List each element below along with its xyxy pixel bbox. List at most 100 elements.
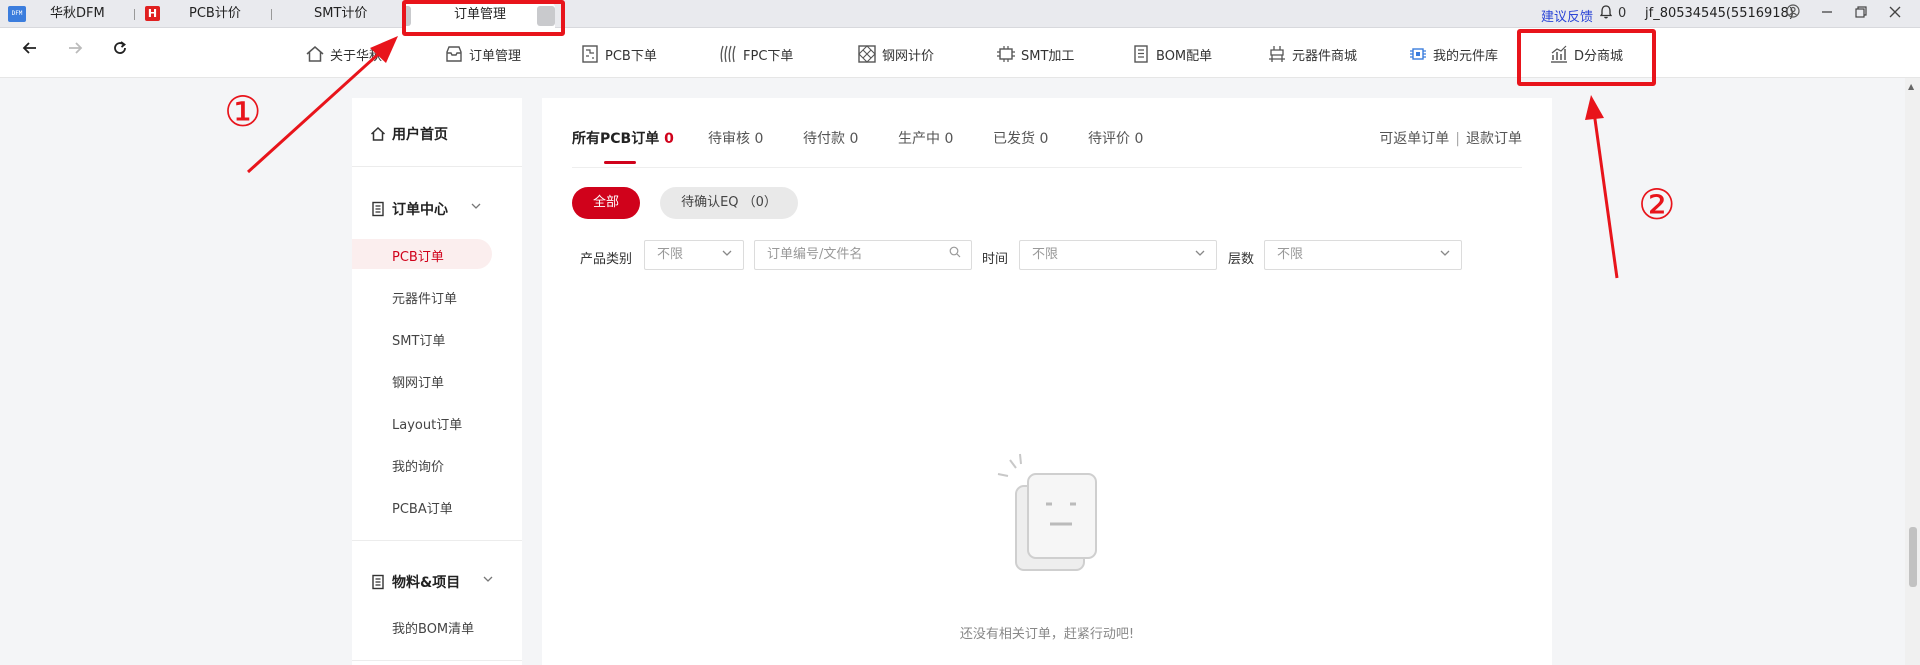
tab-pending-payment[interactable]: 待付款 0: [803, 128, 858, 148]
link-separator: |: [1455, 131, 1460, 147]
app-logo: DFM: [8, 6, 26, 22]
chevron-down-icon[interactable]: [470, 200, 482, 214]
sidebar-item-layout-orders[interactable]: Layout订单: [392, 414, 462, 433]
minimize-icon[interactable]: [1816, 3, 1838, 25]
sidebar-section-materials[interactable]: 物料&项目: [370, 572, 460, 592]
sidebar-item-stencil-orders[interactable]: 钢网订单: [392, 372, 444, 391]
nav-stencil-pricing[interactable]: 钢网计价: [857, 42, 934, 66]
nav-pcb-order[interactable]: PCB下单: [580, 42, 657, 66]
tab-count: 0: [664, 131, 674, 147]
sidebar-order-center-label: 订单中心: [392, 202, 448, 218]
search-icon[interactable]: [949, 241, 961, 269]
pcb-icon: [580, 44, 600, 64]
nav-label: 关于华秋: [330, 48, 383, 64]
chevron-down-icon: [1194, 241, 1206, 269]
nav-fpc-order[interactable]: FPC下单: [718, 42, 793, 66]
annotation-arrow-2: [1592, 111, 1619, 279]
tab-pending-review[interactable]: 待审核 0: [708, 128, 763, 148]
chevron-down-icon: [721, 241, 733, 269]
nav-label: 钢网计价: [882, 48, 935, 64]
library-icon: [1408, 44, 1428, 64]
tab-pcb-pricing[interactable]: PCB计价: [189, 0, 241, 28]
tab-separator: [134, 9, 135, 20]
tab-smt-pricing[interactable]: SMT计价: [314, 0, 367, 28]
tab-count: 0: [849, 131, 859, 147]
filter-all-button[interactable]: 全部: [572, 187, 640, 219]
arrow-left-icon[interactable]: [18, 40, 42, 61]
tab-in-production[interactable]: 生产中 0: [898, 128, 953, 148]
sidebar-materials-label: 物料&项目: [392, 575, 461, 591]
tabs-divider: [572, 167, 1522, 168]
empty-state-illustration: [990, 446, 1100, 576]
nav-label: FPC下单: [743, 48, 794, 64]
annotation-arrowhead-2: [1585, 95, 1604, 120]
document-icon: [370, 201, 386, 217]
home-icon: [305, 44, 325, 64]
sidebar-item-pcba-orders[interactable]: PCBA订单: [392, 498, 453, 517]
arrow-right-icon[interactable]: [63, 40, 87, 61]
user-id[interactable]: jf_80534545(5516918): [1645, 6, 1794, 21]
nav-label: 元器件商城: [1292, 48, 1358, 64]
nav-label: 我的元件库: [1433, 48, 1499, 64]
sidebar-item-home[interactable]: 用户首页: [370, 124, 448, 144]
nav-bom[interactable]: BOM配单: [1131, 42, 1212, 66]
active-tab-underline: [604, 161, 636, 164]
tab-huaqiu-dfm[interactable]: 华秋DFM: [50, 0, 105, 28]
layers-value: 不限: [1277, 247, 1304, 262]
tab-label: 生产中: [898, 131, 940, 147]
tab-label: 已发货: [993, 131, 1035, 147]
scroll-up-icon[interactable]: ▲: [1908, 82, 1914, 91]
feedback-link[interactable]: 建议反馈: [1541, 6, 1593, 25]
nav-label: 订单管理: [469, 48, 522, 64]
tab-count: 0: [944, 131, 954, 147]
nav-label: BOM配单: [1156, 48, 1213, 64]
sidebar-divider: [352, 660, 522, 661]
nav-about[interactable]: 关于华秋: [305, 42, 382, 66]
tab-all-pcb-orders[interactable]: 所有PCB订单 0: [572, 128, 674, 148]
chevron-down-icon[interactable]: [482, 573, 494, 587]
sidebar-item-component-orders[interactable]: 元器件订单: [392, 288, 457, 307]
tab-label: 所有PCB订单: [572, 131, 660, 147]
tab-separator: [271, 9, 272, 20]
close-icon[interactable]: [1884, 3, 1906, 25]
tab-shipped[interactable]: 已发货 0: [993, 128, 1048, 148]
filter-pending-eq-button[interactable]: 待确认EQ （0）: [660, 187, 798, 219]
nav-order-management[interactable]: 订单管理: [444, 42, 521, 66]
chip-icon: [996, 44, 1016, 64]
scrollbar-thumb[interactable]: [1909, 527, 1917, 587]
layers-select[interactable]: 不限: [1264, 240, 1462, 270]
h-badge-icon: H: [145, 6, 160, 21]
sidebar-divider: [352, 166, 522, 167]
nav-component-mall[interactable]: 元器件商城: [1267, 42, 1357, 66]
annotation-number-2: ②: [1638, 180, 1676, 229]
nav-my-library[interactable]: 我的元件库: [1408, 42, 1498, 66]
search-placeholder: 订单编号/文件名: [767, 247, 863, 262]
bell-icon[interactable]: [1599, 5, 1613, 23]
order-search-input[interactable]: 订单编号/文件名: [754, 240, 972, 270]
refresh-icon[interactable]: [108, 40, 132, 61]
tab-count: 0: [1039, 131, 1049, 147]
sidebar-item-pcb-orders[interactable]: PCB订单: [392, 246, 444, 265]
returnable-orders-link[interactable]: 可返单订单: [1379, 131, 1449, 147]
tab-label: 待评价: [1088, 131, 1130, 147]
tab-pending-evaluation[interactable]: 待评价 0: [1088, 128, 1143, 148]
fpc-icon: [718, 44, 738, 64]
sidebar-item-my-inquiries[interactable]: 我的询价: [392, 456, 444, 475]
title-bar: DFM 华秋DFM H PCB计价 SMT计价 订单管理 建议反馈 0 jf_8…: [0, 0, 1920, 28]
sidebar-divider: [352, 540, 522, 541]
product-type-select[interactable]: 不限: [644, 240, 744, 270]
time-value: 不限: [1032, 247, 1059, 262]
sidebar-item-smt-orders[interactable]: SMT订单: [392, 330, 445, 349]
tab-label: 待审核: [708, 131, 750, 147]
empty-state-text: 还没有相关订单，赶紧行动吧!: [959, 627, 1135, 642]
account-icon[interactable]: [1782, 3, 1804, 25]
sidebar-item-my-bom[interactable]: 我的BOM清单: [392, 618, 474, 637]
time-label: 时间: [982, 252, 1009, 267]
layers-label: 层数: [1228, 252, 1255, 267]
nav-smt-processing[interactable]: SMT加工: [996, 42, 1074, 66]
annotation-box-d-mall: [1517, 29, 1656, 86]
restore-icon[interactable]: [1850, 3, 1872, 25]
time-select[interactable]: 不限: [1019, 240, 1217, 270]
refund-orders-link[interactable]: 退款订单: [1466, 131, 1522, 147]
sidebar-section-order-center[interactable]: 订单中心: [370, 199, 448, 219]
